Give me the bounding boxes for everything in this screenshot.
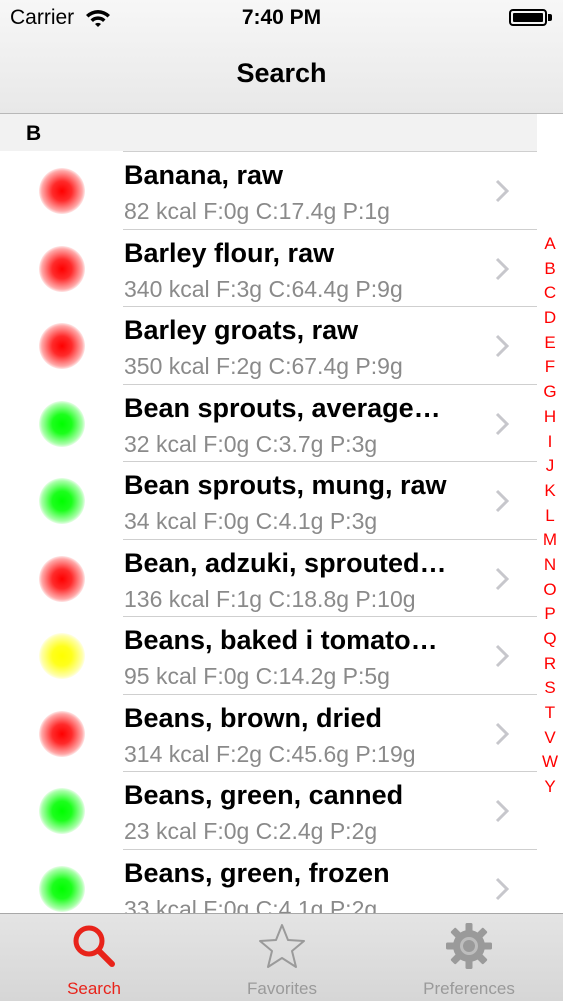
status-dot	[39, 788, 85, 834]
index-letter[interactable]: K	[537, 479, 563, 504]
chevron-right-icon	[495, 257, 509, 280]
index-letter[interactable]: T	[537, 701, 563, 726]
list-item[interactable]: Beans, green, frozen 33 kcal F:0g C:4.1g…	[0, 848, 537, 914]
list-item[interactable]: Banana, raw 82 kcal F:0g C:17.4g P:1g	[0, 151, 537, 229]
chevron-right-icon	[495, 799, 509, 823]
item-name: Barley flour, raw	[124, 237, 335, 268]
index-letter[interactable]: Q	[537, 627, 563, 652]
status-dot	[39, 710, 85, 757]
chevron-right-icon	[495, 877, 509, 900]
item-name: Beans, green, canned	[124, 780, 404, 810]
list-item[interactable]: Barley groats, raw 350 kcal F:2g C:67.4g…	[0, 306, 537, 384]
chevron-right-icon	[495, 644, 509, 668]
status-dot	[39, 633, 85, 679]
list-item[interactable]: Beans, brown, dried 314 kcal F:2g C:45.6…	[0, 693, 537, 772]
tab-preferences[interactable]: Preferences	[375, 914, 563, 1001]
chevron-right-icon	[495, 567, 509, 590]
item-detail: 350 kcal F:2g C:67.4g P:9g	[124, 353, 403, 379]
index-letter[interactable]: M	[537, 528, 563, 553]
gear-icon	[446, 923, 492, 969]
list-item[interactable]: Bean sprouts, mung, raw 34 kcal F:0g C:4…	[0, 461, 537, 539]
chevron-right-icon	[495, 489, 509, 513]
battery-icon	[509, 9, 547, 26]
index-letter[interactable]: O	[537, 578, 563, 603]
item-detail: 95 kcal F:0g C:14.2g P:5g	[124, 663, 390, 689]
item-detail: 340 kcal F:3g C:64.4g P:9g	[124, 275, 403, 302]
index-letter[interactable]: D	[537, 306, 563, 331]
index-letter[interactable]: F	[537, 355, 563, 380]
index-letter[interactable]: A	[537, 232, 563, 257]
item-name: Barley groats, raw	[124, 315, 359, 345]
item-name: Bean sprouts, mung, raw	[124, 470, 447, 500]
index-letter[interactable]: H	[537, 405, 563, 430]
item-name: Beans, brown, dried	[124, 702, 383, 733]
tab-bar: Search Favorites Preferences	[0, 913, 563, 1001]
tab-label: Favorites	[247, 979, 317, 998]
section-index[interactable]: A B C D E F G H I J K L M N O P Q R S T …	[537, 232, 563, 800]
page-title: Search	[236, 58, 327, 88]
status-dot	[39, 323, 85, 369]
index-letter[interactable]: E	[537, 331, 563, 356]
status-bar: Carrier 7:40 PM	[0, 0, 563, 36]
section-header-label: B	[26, 122, 42, 145]
item-detail: 136 kcal F:1g C:18.8g P:10g	[124, 585, 416, 612]
item-detail: 32 kcal F:0g C:3.7g P:3g	[124, 430, 378, 457]
item-detail: 33 kcal F:0g C:4.1g P:2g	[124, 895, 378, 914]
index-letter[interactable]: B	[537, 257, 563, 282]
chevron-right-icon	[495, 334, 509, 358]
index-letter[interactable]: R	[537, 652, 563, 677]
item-name: Beans, green, frozen	[124, 857, 390, 888]
item-detail: 34 kcal F:0g C:4.1g P:3g	[124, 508, 378, 534]
section-header: B	[0, 114, 537, 151]
item-detail: 23 kcal F:0g C:2.4g P:2g	[124, 818, 378, 844]
food-list[interactable]: Banana, raw 82 kcal F:0g C:17.4g P:1g Ba…	[0, 151, 537, 913]
index-letter[interactable]: I	[537, 430, 563, 455]
index-letter[interactable]: V	[537, 726, 563, 751]
index-letter[interactable]: C	[537, 281, 563, 306]
list-item[interactable]: Barley flour, raw 340 kcal F:3g C:64.4g …	[0, 228, 537, 307]
status-dot	[39, 400, 85, 447]
star-icon	[259, 924, 305, 968]
item-name: Bean sprouts, average…	[124, 392, 441, 423]
index-letter[interactable]: L	[537, 504, 563, 529]
item-name: Bean, adzuki, sprouted…	[124, 547, 447, 578]
chevron-right-icon	[495, 412, 509, 435]
item-detail: 314 kcal F:2g C:45.6g P:19g	[124, 740, 416, 767]
index-letter[interactable]: G	[537, 380, 563, 405]
list-item[interactable]: Beans, baked i tomato… 95 kcal F:0g C:14…	[0, 616, 537, 694]
battery-tip	[548, 14, 552, 21]
index-letter[interactable]: J	[537, 454, 563, 479]
navigation-bar: Carrier 7:40 PM Search	[0, 0, 563, 114]
status-dot	[39, 245, 85, 292]
item-name: Beans, baked i tomato…	[124, 625, 438, 655]
list-item[interactable]: Bean sprouts, average… 32 kcal F:0g C:3.…	[0, 383, 537, 462]
status-dot	[39, 168, 85, 214]
index-letter[interactable]: P	[537, 602, 563, 627]
tab-favorites[interactable]: Favorites	[188, 914, 376, 1001]
index-letter[interactable]: N	[537, 553, 563, 578]
search-icon	[73, 925, 115, 967]
chevron-right-icon	[495, 179, 509, 203]
index-letter[interactable]: W	[537, 750, 563, 775]
clock: 7:40 PM	[241, 6, 322, 29]
item-name: Banana, raw	[124, 160, 284, 190]
tab-label: Preferences	[423, 979, 515, 998]
index-letter[interactable]: S	[537, 676, 563, 701]
list-item[interactable]: Beans, green, canned 23 kcal F:0g C:2.4g…	[0, 771, 537, 849]
status-dot	[39, 555, 85, 602]
status-dot	[39, 478, 85, 524]
tab-label: Search	[67, 979, 121, 998]
tab-search[interactable]: Search	[0, 914, 188, 1001]
status-dot	[39, 865, 85, 912]
item-detail: 82 kcal F:0g C:17.4g P:1g	[124, 198, 390, 224]
index-letter[interactable]: Y	[537, 775, 563, 800]
chevron-right-icon	[495, 722, 509, 745]
list-item[interactable]: Bean, adzuki, sprouted… 136 kcal F:1g C:…	[0, 538, 537, 617]
